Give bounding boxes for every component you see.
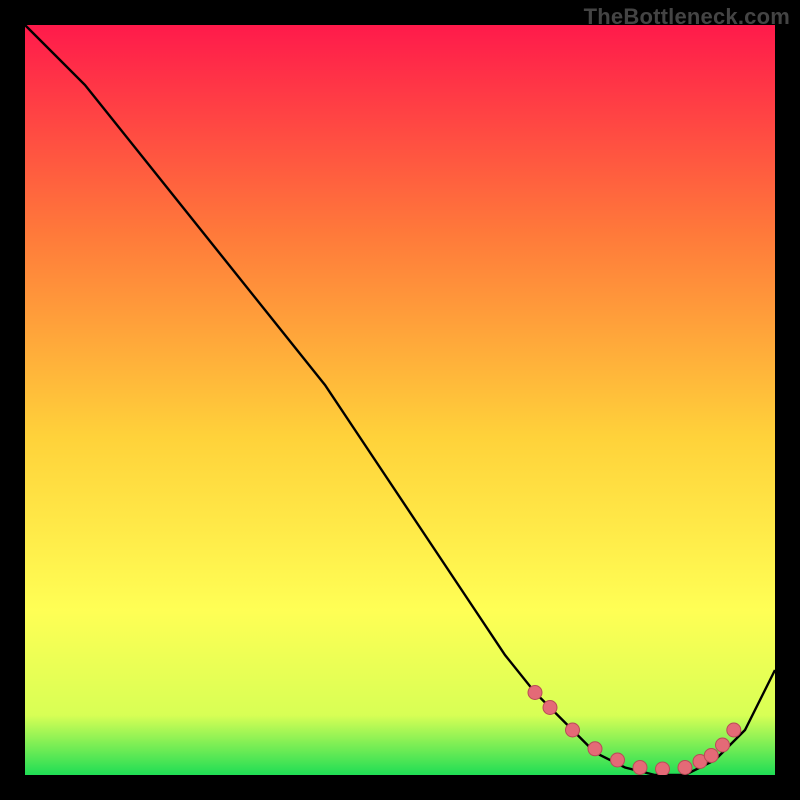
- curve-marker: [566, 723, 580, 737]
- chart-stage: TheBottleneck.com: [0, 0, 800, 800]
- chart-svg: [25, 25, 775, 775]
- curve-marker: [716, 738, 730, 752]
- curve-marker: [528, 686, 542, 700]
- curve-marker: [656, 762, 670, 775]
- curve-marker: [588, 742, 602, 756]
- gradient-background: [25, 25, 775, 775]
- curve-marker: [727, 723, 741, 737]
- curve-marker: [633, 761, 647, 775]
- curve-marker: [678, 761, 692, 775]
- curve-marker: [543, 701, 557, 715]
- curve-marker: [611, 753, 625, 767]
- curve-marker: [704, 749, 718, 763]
- plot-area: [25, 25, 775, 775]
